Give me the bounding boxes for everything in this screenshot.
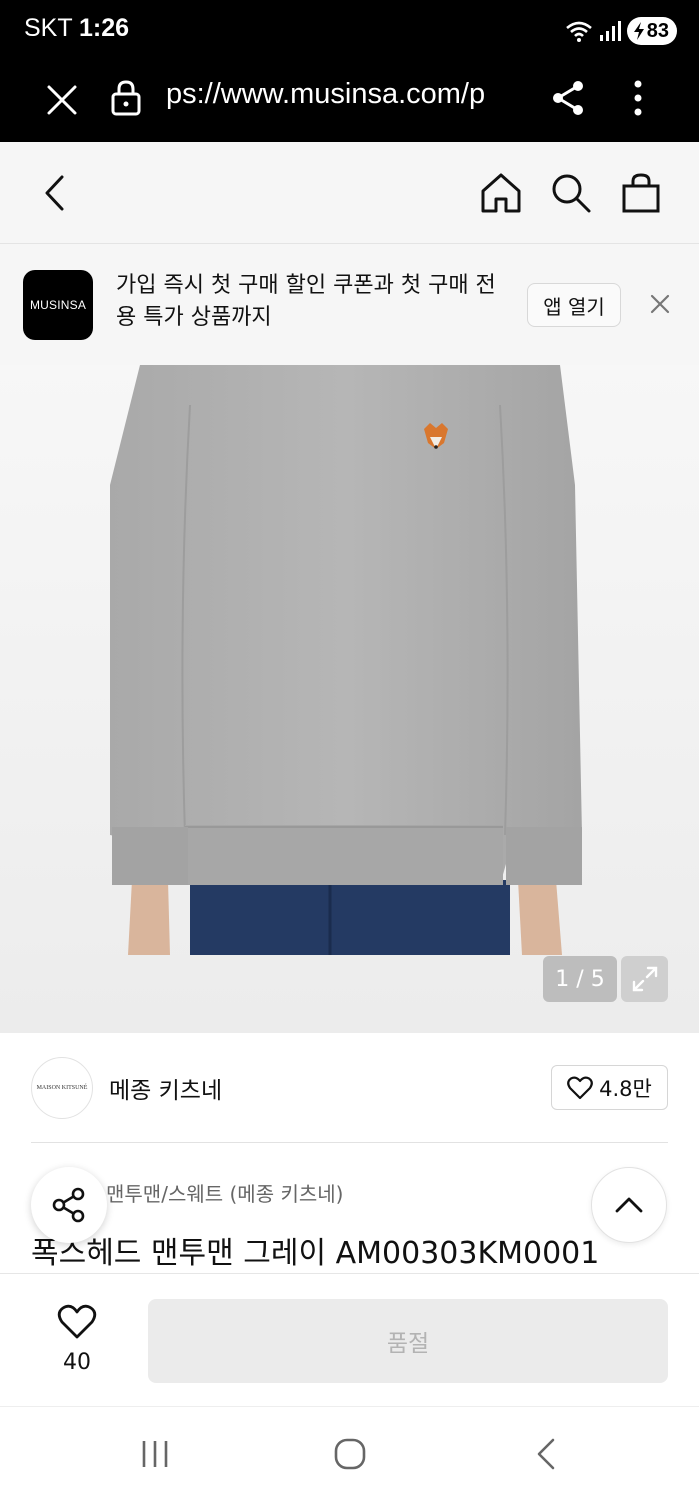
recent-apps-icon <box>142 1441 168 1467</box>
recent-apps-button[interactable] <box>130 1431 180 1477</box>
chevron-up-icon <box>615 1197 643 1213</box>
image-counter: 1 / 5 <box>543 956 617 1002</box>
sold-out-button[interactable]: 품절 <box>148 1299 668 1383</box>
divider <box>31 1142 668 1143</box>
share-icon <box>52 1187 85 1223</box>
clock: 1:26 <box>79 14 130 42</box>
search-button[interactable] <box>546 168 596 218</box>
wishlist-count: 40 <box>63 1350 91 1375</box>
charging-bolt-icon <box>633 22 644 40</box>
home-nav-button[interactable] <box>325 1431 375 1477</box>
musinsa-logo: MUSINSA <box>23 270 93 340</box>
back-button[interactable] <box>30 168 80 218</box>
url-field[interactable]: ps://www.musinsa.com/p <box>166 78 522 118</box>
signal-icon <box>599 21 621 41</box>
product-image-gallery[interactable]: 1 / 5 <box>0 365 699 1033</box>
brand-name[interactable]: 메종 키츠네 <box>109 1071 222 1105</box>
wifi-icon <box>565 21 592 42</box>
brand-like-count: 4.8만 <box>599 1076 652 1101</box>
heart-icon <box>57 1304 97 1339</box>
back-arrow-icon <box>537 1438 555 1470</box>
browser-url-bar: ps://www.musinsa.com/p <box>0 62 699 142</box>
system-nav-bar <box>0 1406 699 1500</box>
brand-like-button[interactable]: 4.8만 <box>551 1065 668 1110</box>
shopping-bag-icon <box>622 173 660 213</box>
battery-level: 83 <box>646 19 669 42</box>
close-icon[interactable] <box>644 288 676 320</box>
app-header <box>0 142 699 244</box>
more-options-icon[interactable] <box>618 76 658 120</box>
status-icons: 83 <box>565 15 677 47</box>
scroll-to-top-button[interactable] <box>591 1167 667 1243</box>
heart-icon <box>567 1076 593 1099</box>
home-icon <box>481 173 521 213</box>
purchase-bar: 40 품절 <box>0 1273 699 1406</box>
brand-row[interactable]: MAISON KITSUNÉ 메종 키츠네 4.8만 <box>0 1033 699 1143</box>
close-tab-icon[interactable] <box>42 80 82 120</box>
product-title: 폭스헤드 맨투맨 그레이 AM00303KM0001 <box>31 1236 600 1271</box>
lock-icon[interactable] <box>108 78 144 118</box>
status-bar: SKT 1:26 83 <box>0 0 699 62</box>
home-circle-icon <box>334 1438 366 1470</box>
product-category[interactable]: 맨투맨/스웨트 (메종 키츠네) <box>106 1178 343 1207</box>
screen: SKT 1:26 83 ps://www.musinsa.com/p MUSIN… <box>0 0 699 1500</box>
brand-logo[interactable]: MAISON KITSUNÉ <box>31 1057 93 1119</box>
expand-image-button[interactable] <box>621 956 668 1002</box>
battery-indicator: 83 <box>626 17 677 45</box>
carrier-label: SKT <box>24 14 73 42</box>
product-photo <box>110 365 582 955</box>
search-icon <box>552 174 591 213</box>
cart-button[interactable] <box>616 168 666 218</box>
share-button[interactable] <box>31 1167 107 1243</box>
back-nav-button[interactable] <box>521 1431 571 1477</box>
open-app-button[interactable]: 앱 열기 <box>527 283 621 327</box>
banner-message: 가입 즉시 첫 구매 할인 쿠폰과 첫 구매 전용 특가 상품까지 <box>116 273 496 330</box>
home-button[interactable] <box>476 168 526 218</box>
share-icon[interactable] <box>548 78 588 118</box>
app-install-banner: MUSINSA 가입 즉시 첫 구매 할인 쿠폰과 첫 구매 전용 특가 상품까… <box>0 244 699 365</box>
wishlist-button[interactable]: 40 <box>44 1302 110 1382</box>
chevron-left-icon <box>45 175 64 211</box>
expand-icon <box>632 966 657 992</box>
